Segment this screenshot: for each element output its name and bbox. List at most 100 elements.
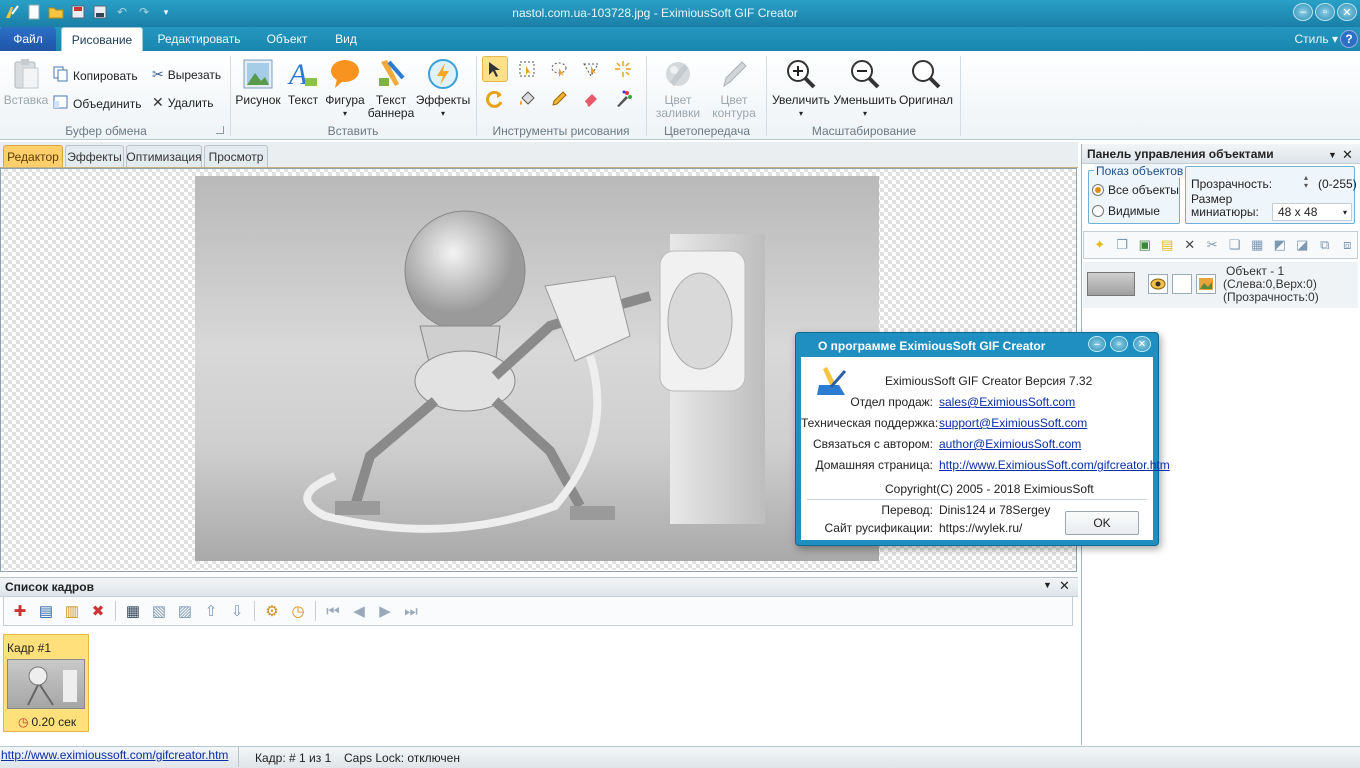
radio-all-objects[interactable]: Все объекты (1092, 183, 1179, 197)
dialog-launcher-icon[interactable] (216, 126, 224, 134)
frame-image[interactable] (195, 176, 879, 561)
send-backward-icon[interactable]: ⧈ (1338, 235, 1358, 255)
restore-icon[interactable]: ▫ (1110, 336, 1128, 352)
style-menu[interactable]: Стиль ▾ (1295, 32, 1338, 46)
copy-object-icon[interactable]: ❐ (1113, 235, 1133, 255)
restore-icon[interactable]: ▫ (1315, 3, 1335, 21)
send-back-icon[interactable]: ◪ (1293, 235, 1313, 255)
author-email-link[interactable]: author@EximiousSoft.com (939, 437, 1081, 451)
effects-button[interactable]: Эффекты ▾ (416, 58, 470, 120)
radio-visible[interactable]: Видимые (1092, 204, 1160, 218)
paste-button[interactable]: Вставка (4, 58, 48, 107)
panel-menu-icon[interactable]: ▼ (1043, 580, 1052, 590)
last-frame-icon[interactable]: ⏭ (399, 599, 423, 623)
insert-frame-icon[interactable]: ▤ (34, 599, 58, 623)
thumb-size-select[interactable]: 48 x 48 ▾ (1272, 203, 1352, 221)
copy-button[interactable]: Копировать (53, 66, 138, 85)
edit-frame-icon[interactable]: ▥ (60, 599, 84, 623)
eraser-icon[interactable] (578, 86, 604, 112)
sales-email-link[interactable]: sales@EximiousSoft.com (939, 395, 1075, 409)
original-size-button[interactable]: Оригинал (896, 58, 956, 107)
add-frame-icon[interactable]: ✚ (8, 599, 32, 623)
text-button[interactable]: A Текст (284, 58, 322, 107)
cut-object-icon[interactable]: ✂ (1203, 235, 1223, 255)
first-frame-icon[interactable]: ⏮ (321, 599, 345, 623)
rotate-icon[interactable] (482, 86, 508, 112)
magic-wand-icon[interactable] (610, 56, 636, 82)
cut-button[interactable]: ✂ Вырезать (152, 66, 221, 83)
close-icon[interactable]: ✕ (1342, 147, 1353, 163)
frame-thumbnail-card[interactable]: Кадр #1 ◷ 0.20 сек (3, 634, 89, 732)
move-down-frame-icon[interactable]: ⇩ (225, 599, 249, 623)
add-layer-icon[interactable]: ▤ (1158, 235, 1178, 255)
panel-menu-icon[interactable]: ▼ (1328, 150, 1337, 160)
picture-button[interactable]: Рисунок (234, 58, 282, 107)
group-object-icon[interactable]: ▦ (1248, 235, 1268, 255)
select-arrow-icon[interactable] (482, 56, 508, 82)
ok-button[interactable]: OK (1065, 511, 1139, 535)
help-icon[interactable]: ? (1340, 30, 1358, 48)
lightbulb-robot-image (303, 210, 765, 533)
paste-frame-icon[interactable]: ▨ (173, 599, 197, 623)
tab-preview[interactable]: Просмотр (204, 145, 268, 167)
minimize-icon[interactable]: ‒ (1293, 3, 1313, 21)
duplicate-object-icon[interactable]: ❏ (1225, 235, 1245, 255)
pencil-icon[interactable] (546, 86, 572, 112)
tab-optimization[interactable]: Оптимизация (126, 145, 202, 167)
new-object-icon[interactable]: ✦ (1090, 235, 1110, 255)
close-icon[interactable]: ✕ (1133, 336, 1151, 352)
tab-editor[interactable]: Редактор (3, 145, 63, 167)
minimize-icon[interactable]: ‒ (1088, 336, 1106, 352)
timer-icon[interactable]: ◷ (286, 599, 310, 623)
rus-site-label: Сайт русификации: (824, 521, 934, 535)
status-homepage-link[interactable]: http://www.eximioussoft.com/gifcreator.h… (1, 748, 228, 762)
fill-color-button[interactable]: Цвет заливки (650, 58, 706, 120)
object-list-item[interactable]: Объект - 1 (Слева:0,Верх:0) (Прозрачност… (1083, 262, 1358, 308)
eye-icon[interactable] (1148, 274, 1168, 294)
delete-object-icon[interactable]: ✕ (1180, 235, 1200, 255)
color-picker-icon[interactable] (610, 86, 636, 112)
tab-view[interactable]: Вид (326, 27, 366, 51)
chevron-down-icon: ▾ (1342, 207, 1347, 217)
opacity-spinner-icon[interactable]: ▴ ▾ (1304, 174, 1308, 190)
shape-button[interactable]: Фигура ▾ (324, 58, 366, 120)
next-frame-icon[interactable]: ▶ (373, 599, 397, 623)
status-caps-lock: Caps Lock: отключен (344, 751, 460, 765)
delete-button[interactable]: ✕ Удалить (152, 94, 214, 111)
fill-bucket-icon[interactable] (514, 86, 540, 112)
close-icon[interactable]: ✕ (1059, 578, 1070, 594)
previous-frame-icon[interactable]: ◀ (347, 599, 371, 623)
frame-delay[interactable]: ◷ 0.20 сек (18, 715, 76, 729)
svg-text:A: A (287, 58, 308, 90)
copy-frame-icon[interactable]: ▧ (147, 599, 171, 623)
lock-toggle-icon[interactable] (1172, 274, 1192, 294)
bring-front-icon[interactable]: ◩ (1270, 235, 1290, 255)
tab-object[interactable]: Объект (256, 27, 318, 51)
outline-color-button[interactable]: Цвет контура (706, 58, 762, 120)
tab-file[interactable]: Файл (0, 27, 56, 51)
merge-icon (53, 94, 69, 113)
speech-bubble-icon (329, 58, 361, 90)
window-title: nastol.com.ua-103728.jpg - EximiousSoft … (512, 6, 798, 20)
move-up-frame-icon[interactable]: ⇧ (199, 599, 223, 623)
close-icon[interactable]: ✕ (1337, 3, 1357, 21)
film-icon[interactable]: ▦ (121, 599, 145, 623)
support-email-link[interactable]: support@EximiousSoft.com (939, 416, 1087, 430)
homepage-link[interactable]: http://www.EximiousSoft.com/gifcreator.h… (939, 458, 1170, 472)
tab-draw[interactable]: Рисование (61, 27, 143, 51)
bring-forward-icon[interactable]: ⧉ (1315, 235, 1335, 255)
delete-frame-icon[interactable]: ✖ (86, 599, 110, 623)
merge-button[interactable]: Объединить (53, 94, 142, 113)
tab-effects[interactable]: Эффекты (65, 145, 124, 167)
lasso-select-icon[interactable] (546, 56, 572, 82)
frames-toolbar: ✚ ▤ ▥ ✖ ▦ ▧ ▨ ⇧ ⇩ ⚙ ◷ ⏮ ◀ ▶ ⏭ (3, 596, 1073, 626)
zoom-in-button[interactable]: Увеличить ▾ (770, 58, 832, 120)
banner-text-button[interactable]: Текст баннера (366, 58, 416, 120)
tab-edit[interactable]: Редактировать (150, 27, 248, 51)
frame-properties-icon[interactable]: ⚙ (260, 599, 284, 623)
rect-select-icon[interactable] (514, 56, 540, 82)
zoom-out-button[interactable]: Уменьшить ▾ (832, 58, 898, 120)
add-picture-object-icon[interactable]: ▣ (1135, 235, 1155, 255)
homepage-label: Домашняя страница: (815, 458, 934, 472)
magic-select-icon[interactable] (578, 56, 604, 82)
